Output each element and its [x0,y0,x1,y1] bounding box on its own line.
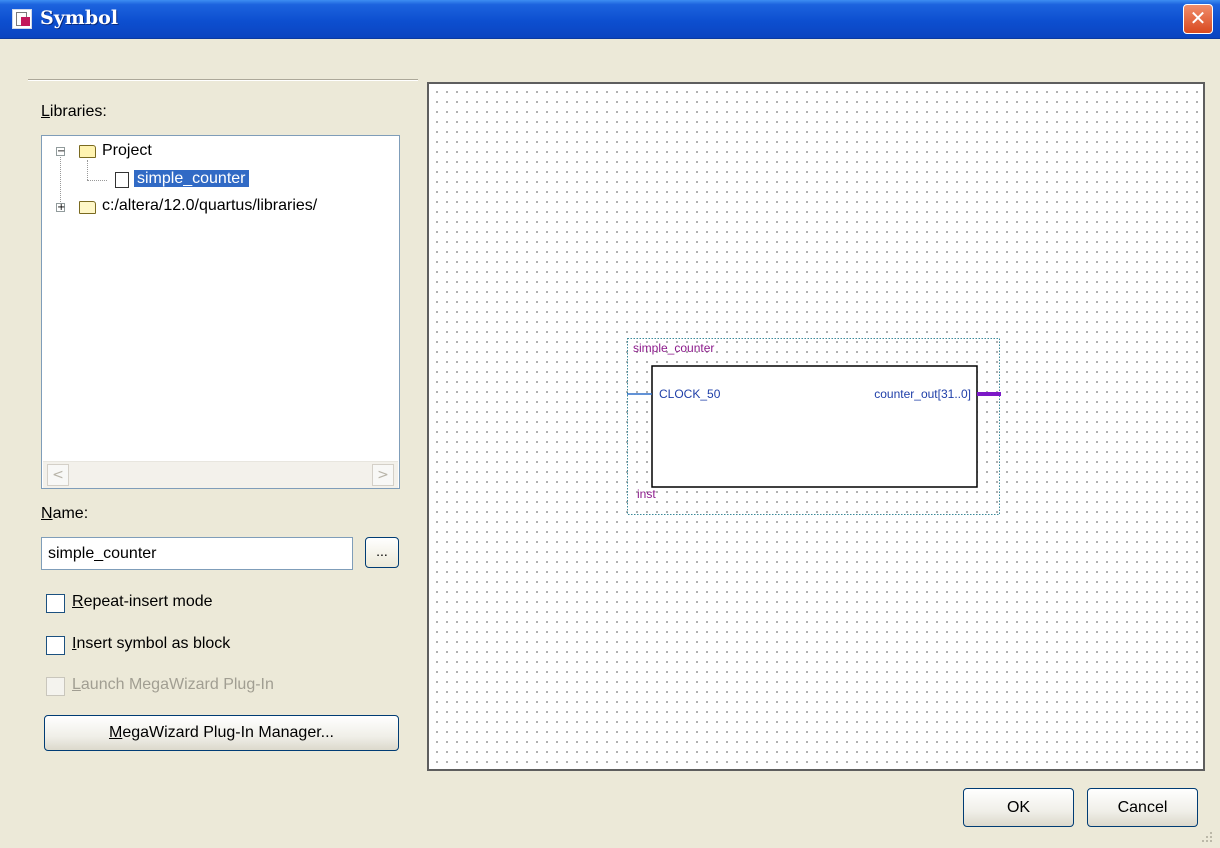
symbol-name-text: simple_counter [633,341,714,355]
launch-megawizard-label: Launch MegaWizard Plug-In [72,676,274,693]
resize-grip-icon[interactable] [1198,828,1214,844]
libraries-label: Libraries: [41,103,107,120]
symbol-body [651,365,978,488]
name-input[interactable]: simple_counter [41,537,353,570]
repeat-insert-checkbox[interactable] [46,594,65,613]
scroll-left-icon[interactable]: < [47,464,69,486]
tree-horizontal-scrollbar[interactable]: < > [43,461,398,488]
close-button[interactable]: ✕ [1183,4,1213,34]
window-title: Symbol [40,7,119,29]
symbol-dialog: Symbol ✕ Libraries: − Project simple_cou… [0,0,1220,848]
symbol-preview-svg: simple_counter inst CLOCK_50 counter_out… [627,338,1001,515]
insert-as-block-checkbox[interactable] [46,636,65,655]
tree-connector [87,160,88,180]
tree-item-altera-libraries[interactable]: c:/altera/12.0/quartus/libraries/ [102,195,317,217]
separator [28,79,418,81]
ok-button[interactable]: OK [963,788,1074,827]
megawizard-manager-button[interactable]: MegaWizard Plug-In Manager... [44,715,399,751]
tree-connector [60,157,61,206]
scroll-right-icon[interactable]: > [372,464,394,486]
name-label: Name: [41,505,89,522]
expand-libraries-toggle[interactable]: + [56,203,65,213]
collapse-project-toggle[interactable]: − [56,147,65,157]
title-bar[interactable]: Symbol ✕ [0,0,1220,39]
symbol-icon [115,172,129,188]
folder-open-icon [79,145,96,158]
launch-megawizard-checkbox [46,677,65,696]
repeat-insert-label: Repeat-insert mode [72,593,213,610]
browse-button[interactable]: ... [365,537,399,568]
instance-name-text: inst [637,487,656,501]
input-port-label: CLOCK_50 [659,387,721,401]
symbol-preview-canvas[interactable]: simple_counter inst CLOCK_50 counter_out… [427,82,1205,771]
cancel-button[interactable]: Cancel [1087,788,1198,827]
output-port-label: counter_out[31..0] [874,387,971,401]
insert-as-block-label: Insert symbol as block [72,635,231,652]
library-tree[interactable]: − Project simple_counter + c:/altera/12.… [41,135,400,489]
symbol-app-icon [12,9,32,29]
folder-icon [79,201,96,214]
tree-item-simple-counter[interactable]: simple_counter [134,168,249,190]
tree-connector [87,180,107,181]
tree-item-project[interactable]: Project [102,140,152,162]
